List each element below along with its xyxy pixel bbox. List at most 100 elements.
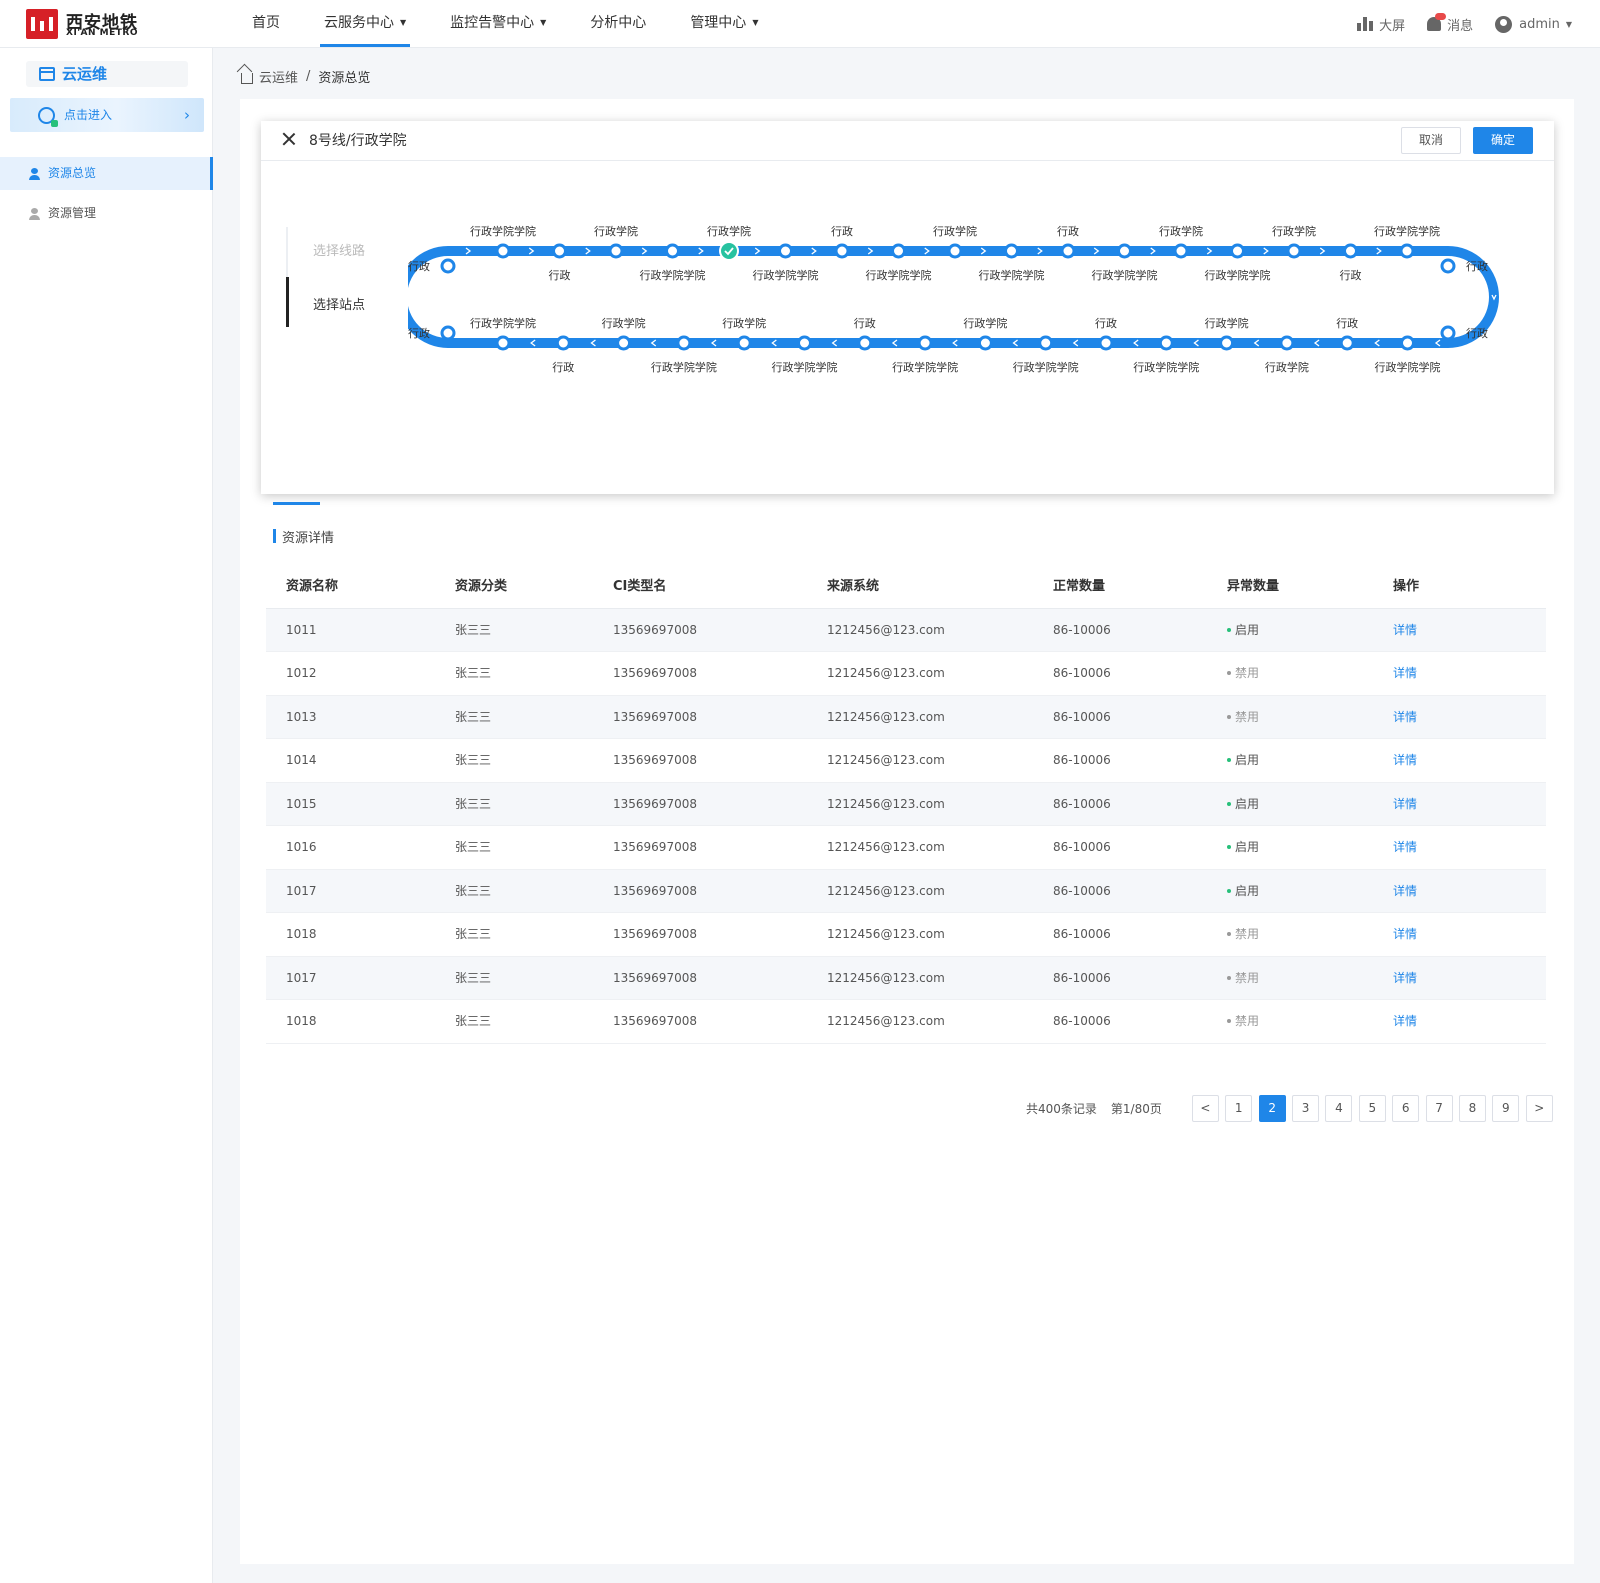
station-node[interactable] xyxy=(1230,243,1245,259)
home-icon[interactable] xyxy=(241,72,253,84)
brand-name-en: XI'AN METRO xyxy=(66,28,138,38)
page-button[interactable]: 4 xyxy=(1325,1094,1353,1122)
nav-item-3[interactable]: 分析中心 xyxy=(578,0,658,48)
confirm-button[interactable]: 确定 xyxy=(1473,127,1533,154)
nav-item-label: 云服务中心 xyxy=(324,15,394,31)
cell-source: 1212456@123.com xyxy=(827,840,945,854)
station-node[interactable] xyxy=(1117,243,1132,259)
col-header-ci-type: CI类型名 xyxy=(613,579,667,594)
station-node[interactable] xyxy=(1286,243,1302,259)
cancel-button[interactable]: 取消 xyxy=(1401,127,1461,154)
page-button[interactable]: 9 xyxy=(1492,1094,1520,1122)
page-button[interactable]: 2 xyxy=(1258,1094,1286,1122)
page-button[interactable]: 5 xyxy=(1358,1094,1386,1122)
station-node[interactable] xyxy=(947,243,963,259)
station-node[interactable] xyxy=(495,243,511,259)
station-node[interactable] xyxy=(616,335,632,351)
station-node[interactable] xyxy=(1173,243,1189,259)
station-node[interactable] xyxy=(1399,243,1415,259)
station-node[interactable] xyxy=(1343,243,1358,259)
cell-status: 启用 xyxy=(1227,739,1259,782)
station-node[interactable] xyxy=(1098,335,1114,351)
step-select-station[interactable]: 选择站点 xyxy=(313,294,365,313)
sidebar-item-0[interactable]: 资源总览 xyxy=(0,157,213,190)
station-node[interactable] xyxy=(552,243,567,259)
station-node[interactable] xyxy=(608,243,624,259)
detail-link[interactable]: 详情 xyxy=(1393,1000,1417,1043)
station-node[interactable] xyxy=(917,335,933,351)
station-node[interactable] xyxy=(778,243,793,259)
breadcrumb: 云运维 / 资源总览 xyxy=(241,67,370,86)
metro-line-map: 行政学院学院行政行政学院行政学院学院行政学院行政学院学院行政行政学院学院行政学院… xyxy=(408,224,1499,374)
enter-button-label: 点击进入 xyxy=(64,108,113,122)
terminal-station-node[interactable] xyxy=(1440,325,1456,341)
station-node[interactable] xyxy=(834,243,850,259)
cell-source: 1212456@123.com xyxy=(827,753,945,767)
terminal-label: 行政 xyxy=(1466,259,1488,273)
terminal-station-node[interactable] xyxy=(440,258,456,274)
station-node[interactable] xyxy=(1279,335,1295,351)
nav-item-0[interactable]: 首页 xyxy=(240,0,292,48)
nav-item-1[interactable]: 云服务中心 ▼ xyxy=(312,0,418,48)
page-button[interactable]: 3 xyxy=(1292,1094,1320,1122)
station-node[interactable] xyxy=(1400,335,1415,351)
station-node[interactable] xyxy=(1219,335,1235,351)
user-menu[interactable]: admin ▼ xyxy=(1495,15,1572,33)
detail-link[interactable]: 详情 xyxy=(1393,870,1417,913)
page-button[interactable]: 1 xyxy=(1225,1094,1253,1122)
terminal-station-node[interactable] xyxy=(1440,258,1456,274)
xian-metro-logo[interactable]: 西安地铁 XI'AN METRO xyxy=(26,9,156,39)
station-node[interactable] xyxy=(676,335,692,351)
dialog-header: 8号线/行政学院 取消 确定 xyxy=(261,121,1554,161)
step-select-line[interactable]: 选择线路 xyxy=(313,240,365,259)
station-node[interactable] xyxy=(1339,335,1355,351)
station-node[interactable] xyxy=(719,241,739,261)
station-node[interactable] xyxy=(665,243,680,259)
big-screen-button[interactable]: 大屏 xyxy=(1357,15,1405,34)
station-node[interactable] xyxy=(797,335,812,351)
user-icon xyxy=(29,168,40,180)
detail-link[interactable]: 详情 xyxy=(1393,913,1417,956)
cell-category: 张三三 xyxy=(455,666,492,680)
station-node[interactable] xyxy=(495,335,511,351)
detail-link[interactable]: 详情 xyxy=(1393,696,1417,739)
nav-item-2[interactable]: 监控告警中心 ▼ xyxy=(438,0,558,48)
close-icon[interactable] xyxy=(281,131,297,147)
station-node[interactable] xyxy=(1038,335,1054,351)
station-node[interactable] xyxy=(1158,335,1174,351)
cell-category: 张三三 xyxy=(455,622,492,637)
terminal-station-node[interactable] xyxy=(440,325,456,341)
detail-link[interactable]: 详情 xyxy=(1393,652,1417,695)
cell-ci-type: 13569697008 xyxy=(613,753,697,767)
resource-table: 资源名称 资源分类 CI类型名 来源系统 正常数量 异常数量 操作 1011 张三… xyxy=(266,565,1546,1044)
detail-link[interactable]: 详情 xyxy=(1393,739,1417,782)
chevron-right-icon: › xyxy=(184,106,190,124)
breadcrumb-root[interactable]: 云运维 xyxy=(259,67,298,86)
station-node[interactable] xyxy=(891,243,906,259)
station-node[interactable] xyxy=(736,335,752,351)
enter-button[interactable]: 点击进入 › xyxy=(10,98,204,132)
messages-button[interactable]: 消息 xyxy=(1427,13,1473,34)
station-node[interactable] xyxy=(1060,243,1076,259)
station-node[interactable] xyxy=(555,335,571,351)
table-row: 1014 张三三 13569697008 1212456@123.com 86-1000… xyxy=(266,739,1546,783)
detail-link[interactable]: 详情 xyxy=(1393,783,1417,826)
station-label: 行政 xyxy=(1095,316,1117,330)
detail-link[interactable]: 详情 xyxy=(1393,957,1417,1000)
page-button[interactable]: 7 xyxy=(1425,1094,1453,1122)
detail-link[interactable]: 详情 xyxy=(1393,826,1417,869)
detail-link[interactable]: 详情 xyxy=(1393,609,1417,652)
prev-page-button[interactable]: < xyxy=(1191,1094,1219,1122)
next-page-button[interactable]: > xyxy=(1525,1094,1553,1122)
page-button[interactable]: 6 xyxy=(1392,1094,1420,1122)
cell-name: 1015 xyxy=(286,796,317,811)
station-node[interactable] xyxy=(1004,243,1019,259)
col-header-category: 资源分类 xyxy=(455,579,508,594)
station-node[interactable] xyxy=(857,335,873,351)
station-node[interactable] xyxy=(977,335,993,351)
station-label: 行政学院学院 xyxy=(979,268,1045,282)
nav-item-4[interactable]: 管理中心 ▼ xyxy=(678,0,770,48)
station-label: 行政学院 xyxy=(722,316,766,330)
page-button[interactable]: 8 xyxy=(1458,1094,1486,1122)
sidebar-item-1[interactable]: 资源管理 xyxy=(0,197,213,230)
